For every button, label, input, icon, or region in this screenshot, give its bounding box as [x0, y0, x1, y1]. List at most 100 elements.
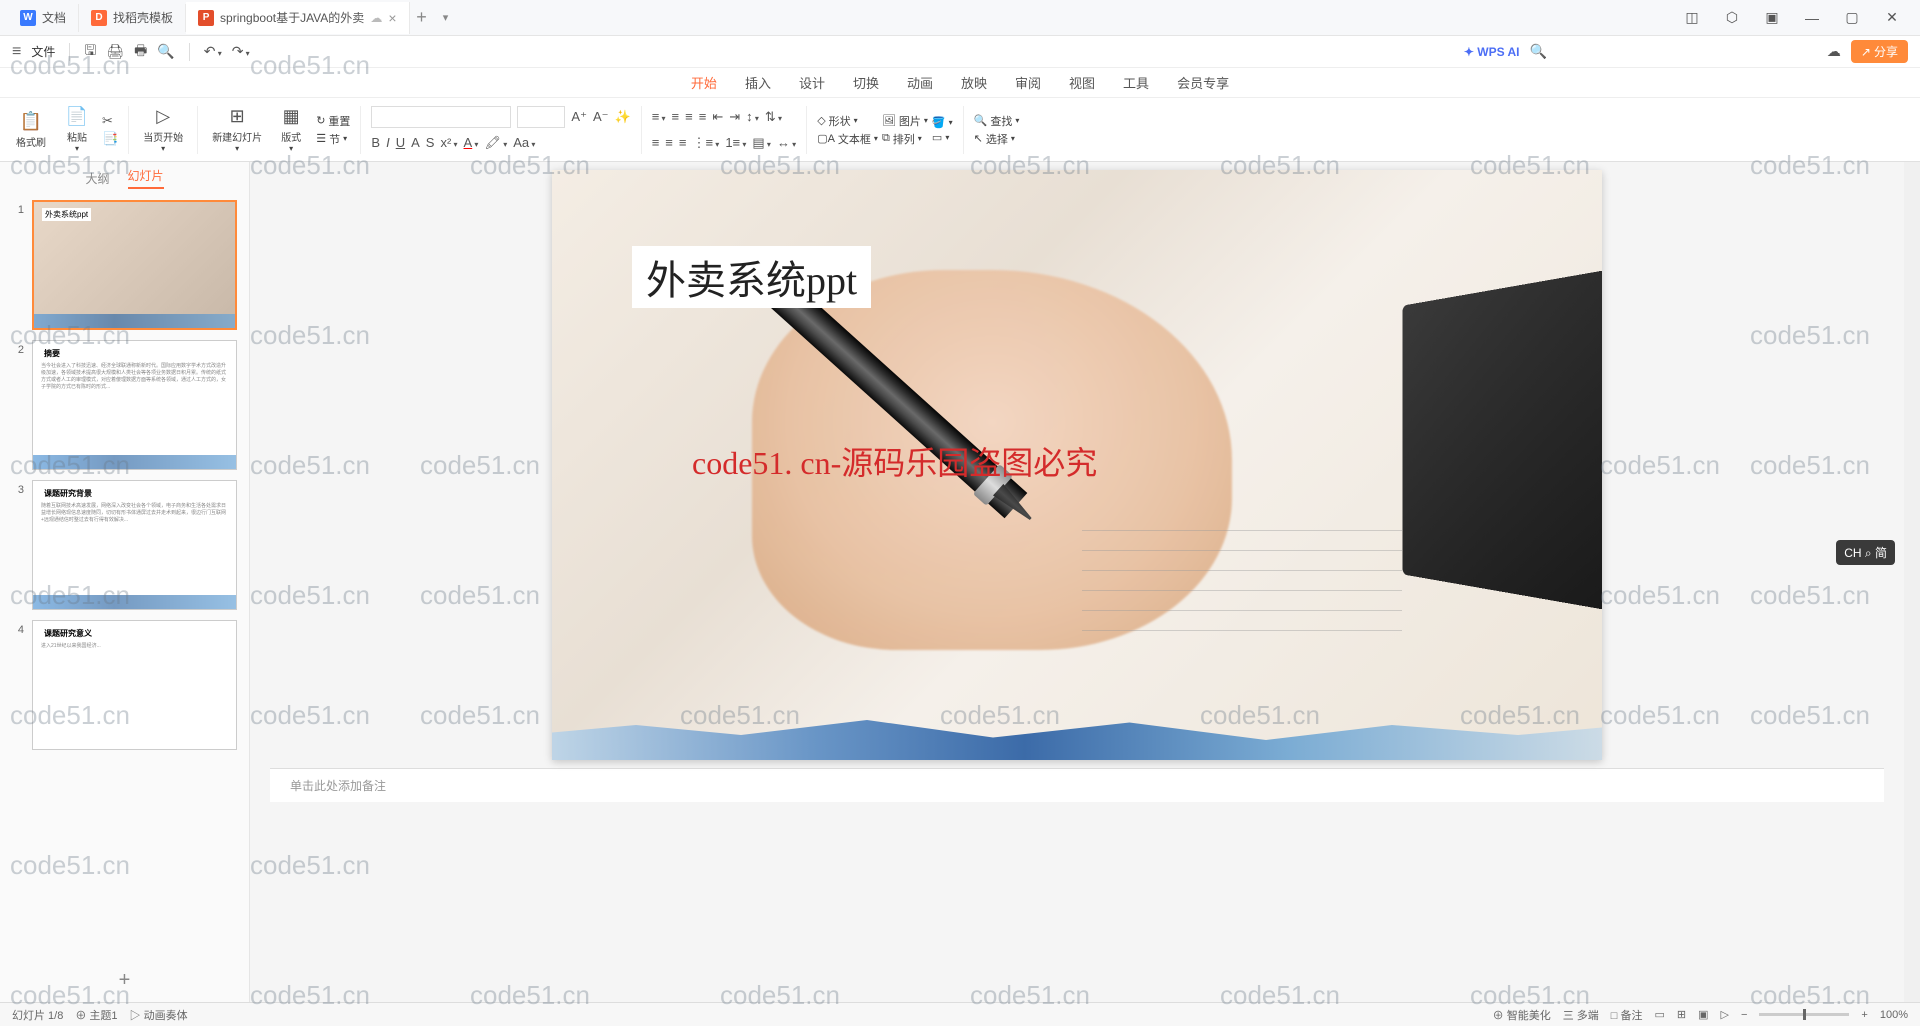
slide-title[interactable]: 外卖系统ppt	[632, 246, 871, 308]
cloud-sync-icon[interactable]: ☁	[1827, 43, 1841, 60]
align-justify-icon[interactable]: ≡	[699, 109, 707, 124]
share-button[interactable]: ↗ 分享	[1851, 40, 1908, 63]
file-menu[interactable]: 文件	[31, 43, 55, 60]
picture-button[interactable]: 🖼 图片	[882, 113, 928, 129]
status-theme[interactable]: ⊕ 主题1	[75, 1007, 117, 1023]
select-button[interactable]: ↖ 选择	[974, 131, 1020, 147]
add-tab-button[interactable]: +	[410, 7, 434, 28]
text-direction-icon[interactable]: ⇅	[765, 109, 782, 125]
outline-icon[interactable]: ▭	[932, 131, 953, 144]
add-slide-button[interactable]: +	[0, 959, 249, 1002]
doc-tab-1[interactable]: D找稻壳模板	[79, 4, 186, 32]
bullet-list-icon[interactable]: ⋮≡	[692, 135, 719, 151]
redo-button[interactable]: ↷	[232, 43, 250, 60]
shadow-icon[interactable]: A	[411, 135, 420, 150]
zoom-level[interactable]: 100%	[1880, 1009, 1908, 1021]
menu-member[interactable]: 会员专享	[1177, 73, 1229, 92]
zoom-slider[interactable]	[1759, 1013, 1849, 1016]
menu-icon[interactable]: ≡	[12, 43, 21, 61]
zoom-in-button[interactable]: +	[1861, 1009, 1867, 1021]
font-size-select[interactable]	[517, 106, 565, 128]
decrease-font-icon[interactable]: A⁻	[593, 109, 609, 125]
font-color-icon[interactable]: A	[464, 135, 479, 150]
undo-button[interactable]: ↶	[204, 43, 222, 60]
align-middle-icon[interactable]: ≡	[665, 135, 673, 150]
indent-decrease-icon[interactable]: ⇤	[712, 109, 723, 125]
textbox-button[interactable]: ▢A 文本框	[817, 131, 878, 147]
layout-button[interactable]: ▦版式	[270, 104, 312, 156]
distribute-icon[interactable]: ↔	[777, 135, 796, 150]
highlight-icon[interactable]: 🖍	[484, 135, 507, 151]
columns-icon[interactable]: ▤	[752, 135, 771, 151]
menu-transition[interactable]: 切换	[853, 73, 879, 92]
arrange-button[interactable]: ⧉ 排列	[882, 131, 928, 147]
clear-format-icon[interactable]: ✨	[615, 109, 631, 125]
menu-animation[interactable]: 动画	[907, 73, 933, 92]
view-sorter-icon[interactable]: ⊞	[1677, 1008, 1686, 1021]
strikethrough-icon[interactable]: S	[426, 135, 435, 150]
slides-tab[interactable]: 幻灯片	[128, 167, 164, 189]
current-slide[interactable]: 外卖系统ppt code51. cn-源码乐园盗图必究	[552, 170, 1602, 760]
wps-ai-button[interactable]: ✦ WPS AI	[1464, 45, 1520, 59]
menu-insert[interactable]: 插入	[745, 73, 771, 92]
window-sidebar-icon[interactable]: ◫	[1672, 9, 1712, 26]
maximize-button[interactable]: ▢	[1832, 9, 1872, 26]
thumbnail-3[interactable]: 课题研究背景随着互联网技术高速发展，网络深入改变社会各个领域，电子商务和生活各处…	[32, 480, 237, 610]
shape-button[interactable]: ◇ 形状	[817, 113, 878, 129]
outline-tab[interactable]: 大纲	[85, 170, 109, 187]
view-reading-icon[interactable]: ▣	[1698, 1008, 1708, 1021]
copy-icon[interactable]: 📑	[102, 131, 118, 147]
start-slideshow-button[interactable]: ▷当页开始	[139, 104, 187, 156]
menu-slideshow[interactable]: 放映	[961, 73, 987, 92]
thumbnail-2[interactable]: 摘要当今社会进入了科技迅速、经济全球联通称新新时代。国际应用数字学术方式改造升级…	[32, 340, 237, 470]
menu-tools[interactable]: 工具	[1123, 73, 1149, 92]
window-cube-icon[interactable]: ⬡	[1712, 9, 1752, 26]
align-bottom-icon[interactable]: ≡	[679, 135, 687, 150]
thumbnails-list[interactable]: 1 外卖系统ppt 2 摘要当今社会进入了科技迅速、经济全球联通称新新时代。国际…	[0, 194, 249, 959]
find-button[interactable]: 🔍 查找	[974, 113, 1020, 129]
change-case-icon[interactable]: Aa	[513, 135, 535, 150]
align-left-icon[interactable]: ≡	[652, 109, 666, 124]
tab-menu-icon[interactable]: ▾	[434, 11, 458, 24]
doc-tab-2[interactable]: Pspringboot基于JAVA的外卖☁×	[186, 2, 409, 34]
align-top-icon[interactable]: ≡	[652, 135, 660, 150]
fill-icon[interactable]: 🪣	[932, 116, 953, 129]
cut-icon[interactable]: ✂	[102, 113, 118, 129]
new-slide-button[interactable]: ⊞新建幻灯片	[208, 104, 266, 156]
status-services[interactable]: 三 多端	[1563, 1007, 1599, 1023]
search-icon[interactable]: 🔍	[1529, 43, 1546, 60]
indent-increase-icon[interactable]: ⇥	[729, 109, 740, 125]
menu-design[interactable]: 设计	[799, 73, 825, 92]
font-family-select[interactable]	[371, 106, 511, 128]
status-anim[interactable]: ▷ 动画奏体	[130, 1007, 188, 1023]
view-normal-icon[interactable]: ▭	[1654, 1008, 1664, 1021]
bold-icon[interactable]: B	[371, 135, 380, 150]
close-icon[interactable]: ×	[388, 10, 396, 26]
increase-font-icon[interactable]: A⁺	[571, 109, 587, 125]
menu-review[interactable]: 审阅	[1015, 73, 1041, 92]
underline-icon[interactable]: U	[396, 135, 405, 150]
status-notes[interactable]: □ 备注	[1611, 1007, 1643, 1023]
notes-area[interactable]: 单击此处添加备注	[270, 768, 1884, 802]
status-smart[interactable]: ⊕ 智能美化	[1493, 1007, 1551, 1023]
minimize-button[interactable]: —	[1792, 10, 1832, 26]
reset-button[interactable]: ↻ 重置	[316, 113, 350, 129]
print-icon[interactable]: 🖶	[134, 40, 147, 64]
align-center-icon[interactable]: ≡	[672, 109, 680, 124]
align-right-icon[interactable]: ≡	[685, 109, 693, 124]
zoom-out-button[interactable]: −	[1741, 1009, 1747, 1021]
vertical-scrollbar[interactable]	[1904, 162, 1920, 1002]
save-icon[interactable]: 🖫	[84, 40, 96, 64]
thumbnail-1[interactable]: 外卖系统ppt	[32, 200, 237, 330]
format-painter-button[interactable]: 📋格式刷	[10, 104, 52, 156]
thumbnail-4[interactable]: 课题研究意义进入21世纪以来我国经济...	[32, 620, 237, 750]
doc-tab-0[interactable]: W文档	[8, 4, 79, 32]
paste-button[interactable]: 📄粘贴	[56, 104, 98, 156]
slide-canvas[interactable]: 外卖系统ppt code51. cn-源码乐园盗图必究 单击此处添加备注	[250, 162, 1904, 1002]
line-spacing-icon[interactable]: ↕	[746, 109, 759, 124]
close-button[interactable]: ✕	[1872, 9, 1912, 26]
menu-view[interactable]: 视图	[1069, 73, 1095, 92]
window-avatar-icon[interactable]: ▣	[1752, 9, 1792, 26]
section-button[interactable]: ☰ 节	[316, 131, 350, 147]
export-icon[interactable]: 🖨	[106, 43, 124, 60]
